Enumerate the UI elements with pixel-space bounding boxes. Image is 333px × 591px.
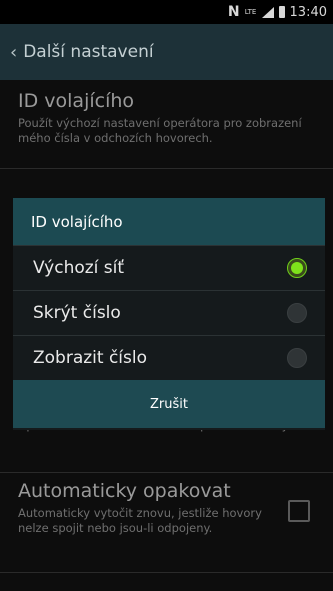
dialog-title: ID volajícího [13,198,325,245]
radio-button-selected[interactable] [287,258,307,278]
divider [0,472,333,473]
settings-item-title: ID volajícího [18,90,135,112]
lte-icon: LTE [244,7,257,16]
signal-icon [261,6,274,18]
option-hide-number[interactable]: Skrýt číslo [13,290,325,335]
action-bar: ‹ Další nastavení [0,24,333,80]
cancel-button[interactable]: Zrušit [13,380,325,428]
caller-id-dialog: ID volajícího Výchozí síť Skrýt číslo Zo… [13,198,325,430]
settings-item-title: Automaticky opakovat [18,480,231,502]
settings-item-auto-redial[interactable]: Automaticky opakovat Automaticky vytočit… [18,480,318,536]
status-bar: N LTE 13:40 [0,0,333,24]
divider [0,168,333,169]
option-default-network[interactable]: Výchozí síť [13,245,325,290]
option-label: Skrýt číslo [33,303,121,323]
back-arrow-icon[interactable]: ‹ [10,42,17,63]
option-label: Výchozí síť [33,258,125,278]
option-label: Zobrazit číslo [33,348,148,368]
divider [0,572,333,573]
settings-item-subtitle: Použít výchozí nastavení operátora pro z… [18,116,302,145]
nfc-icon: N [227,4,240,20]
auto-redial-checkbox[interactable] [288,500,310,522]
option-show-number[interactable]: Zobrazit číslo [13,335,325,380]
radio-button[interactable] [287,348,307,368]
status-time: 13:40 [289,4,327,20]
battery-icon [278,6,285,18]
settings-item-subtitle: Automaticky vytočit znovu, jestliže hovo… [18,506,262,535]
page-title: Další nastavení [23,42,154,62]
settings-item-caller-id[interactable]: ID volajícího Použít výchozí nastavení o… [18,90,318,146]
radio-button[interactable] [287,303,307,323]
